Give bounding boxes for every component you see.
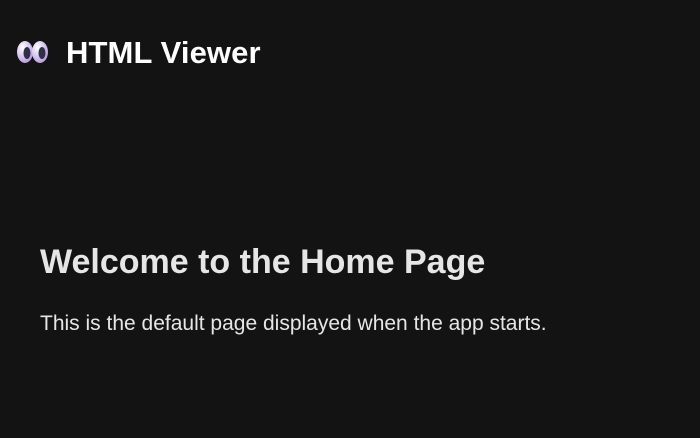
page-title: Welcome to the Home Page (40, 243, 486, 281)
eyes-icon (16, 38, 49, 66)
app-window: HTML Viewer Welcome to the Home Page Thi… (0, 0, 700, 438)
app-header: HTML Viewer (16, 30, 261, 74)
page-description: This is the default page displayed when … (40, 312, 547, 335)
app-title: HTML Viewer (66, 34, 261, 70)
main-content: Welcome to the Home Page This is the def… (40, 238, 680, 338)
